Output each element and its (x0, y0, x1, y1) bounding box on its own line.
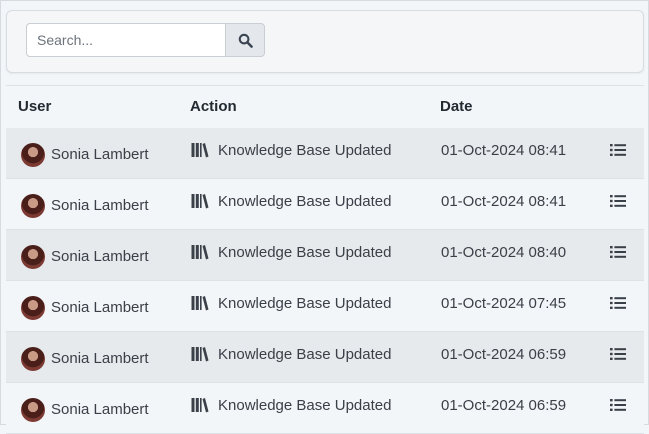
user-name: Sonia Lambert (51, 299, 149, 316)
column-header-date: Date (440, 98, 473, 115)
search-input[interactable] (26, 23, 225, 57)
user-name: Sonia Lambert (51, 146, 149, 163)
books-icon (191, 347, 209, 362)
date-text: 01-Oct-2024 06:59 (441, 346, 567, 363)
list-icon[interactable] (610, 245, 626, 259)
search-button[interactable] (225, 23, 265, 57)
user-name: Sonia Lambert (51, 197, 149, 214)
books-icon (191, 296, 209, 311)
action-text: Knowledge Base Updated (218, 346, 392, 363)
list-icon[interactable] (610, 194, 626, 208)
books-icon (191, 245, 209, 260)
books-icon (191, 194, 209, 209)
date-text: 01-Oct-2024 07:45 (441, 295, 567, 312)
table-row: Sonia Lambert Knowledge Base Updated 01-… (6, 383, 644, 434)
date-text: 01-Oct-2024 08:41 (441, 142, 567, 159)
list-icon[interactable] (610, 296, 626, 310)
action-text: Knowledge Base Updated (218, 193, 392, 210)
avatar (21, 296, 45, 320)
list-icon[interactable] (610, 347, 626, 361)
action-text: Knowledge Base Updated (218, 142, 392, 159)
action-text: Knowledge Base Updated (218, 244, 392, 261)
list-icon[interactable] (610, 398, 626, 412)
table-row: Sonia Lambert Knowledge Base Updated 01-… (6, 179, 644, 230)
column-header-action: Action (190, 98, 237, 115)
table-row: Sonia Lambert Knowledge Base Updated 01-… (6, 128, 644, 179)
column-header-user: User (18, 98, 52, 115)
user-name: Sonia Lambert (51, 350, 149, 367)
date-text: 01-Oct-2024 06:59 (441, 397, 567, 414)
avatar (21, 143, 45, 167)
search-icon (238, 33, 253, 48)
avatar (21, 347, 45, 371)
table-row: Sonia Lambert Knowledge Base Updated 01-… (6, 332, 644, 383)
date-text: 01-Oct-2024 08:40 (441, 244, 567, 261)
table-row: Sonia Lambert Knowledge Base Updated 01-… (6, 281, 644, 332)
books-icon (191, 398, 209, 413)
date-text: 01-Oct-2024 08:41 (441, 193, 567, 210)
action-text: Knowledge Base Updated (218, 397, 392, 414)
table-row: Sonia Lambert Knowledge Base Updated 01-… (6, 230, 644, 281)
avatar (21, 398, 45, 422)
action-text: Knowledge Base Updated (218, 295, 392, 312)
user-name: Sonia Lambert (51, 248, 149, 265)
avatar (21, 194, 45, 218)
avatar (21, 245, 45, 269)
table-header: User Action Date (6, 85, 644, 129)
search-panel (6, 10, 644, 73)
user-name: Sonia Lambert (51, 401, 149, 418)
activity-log-panel: User Action Date Sonia Lambert Knowledge… (0, 0, 649, 434)
books-icon (191, 143, 209, 158)
list-icon[interactable] (610, 143, 626, 157)
table-body: Sonia Lambert Knowledge Base Updated 01-… (6, 128, 644, 434)
